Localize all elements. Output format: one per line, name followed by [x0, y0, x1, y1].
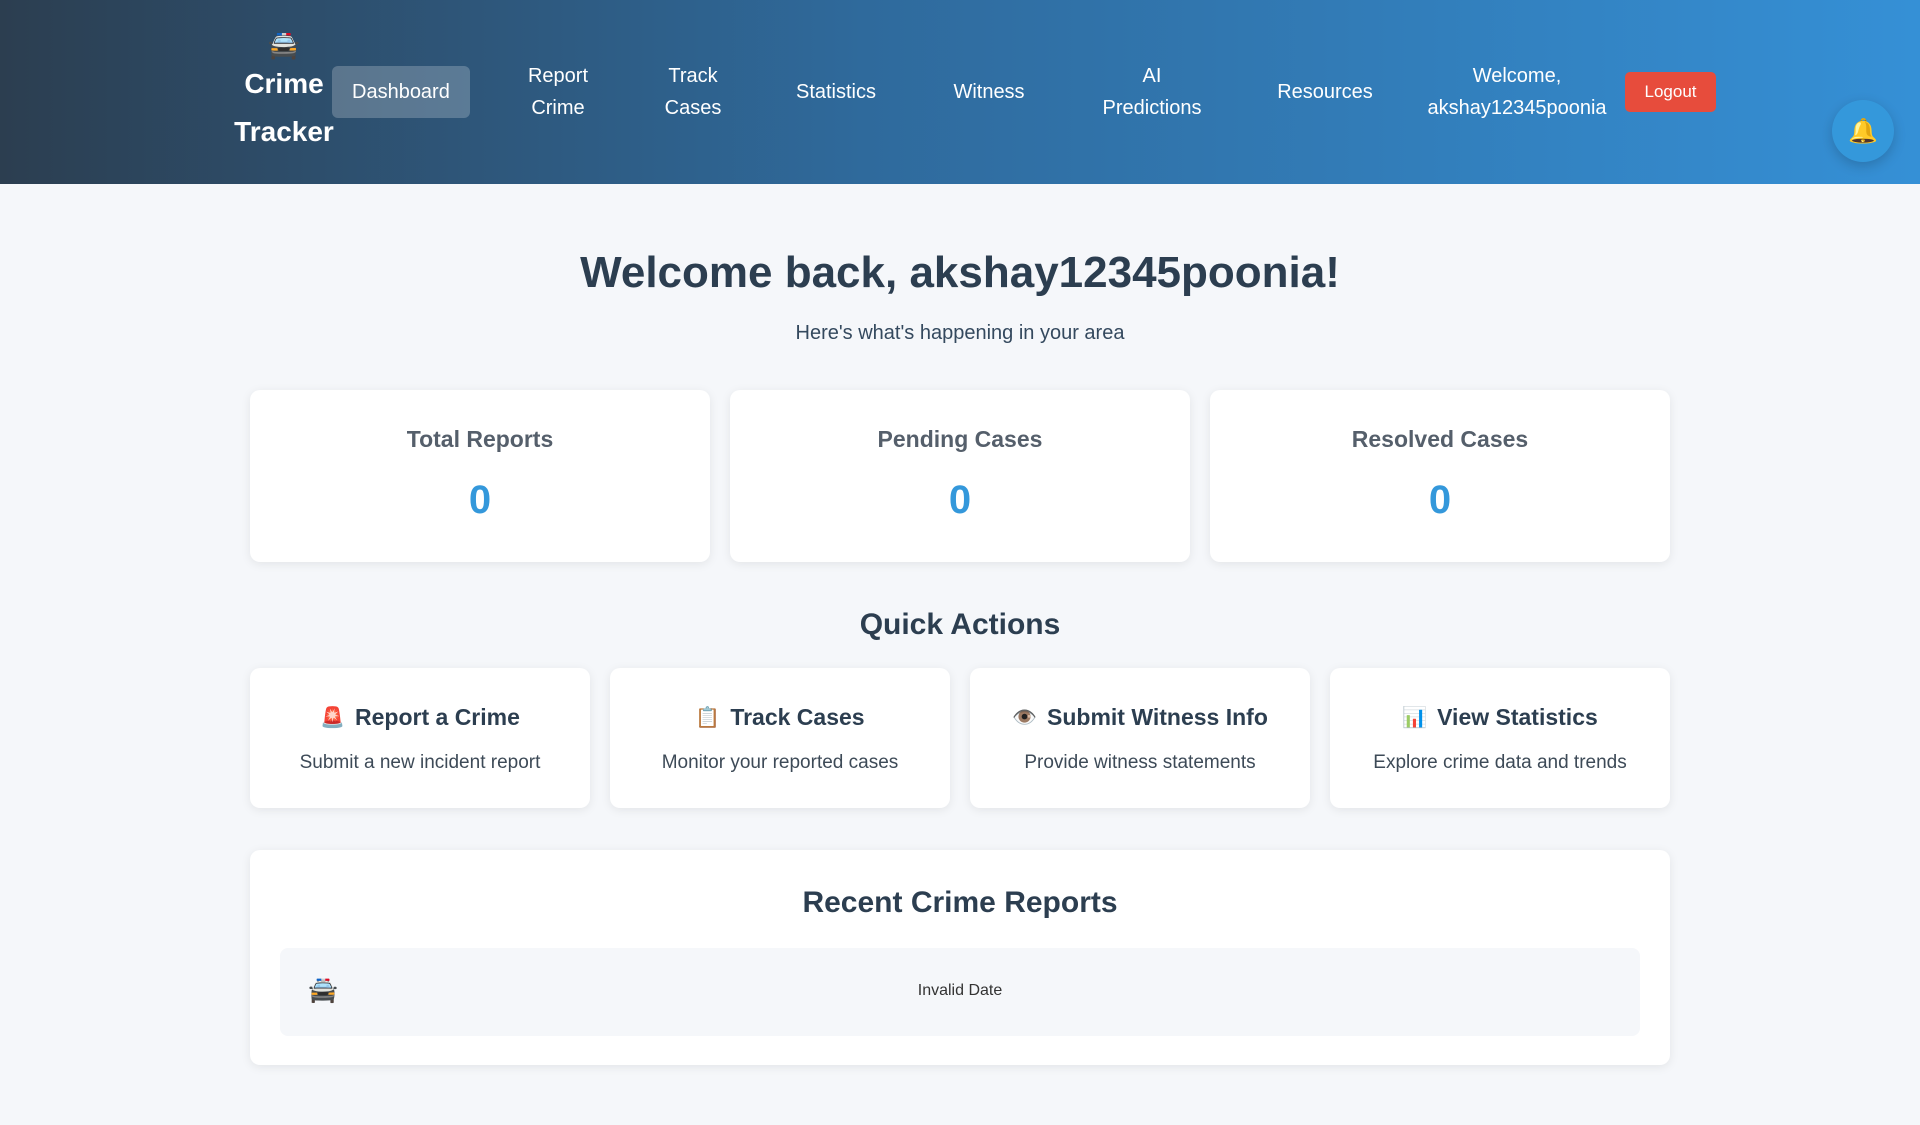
nav-ai-predictions-label-1: AI	[1142, 65, 1162, 87]
recent-reports-heading: Recent Crime Reports	[802, 886, 1118, 919]
action-description: Submit a new incident report	[299, 752, 541, 773]
nav-track-cases-label-2: Cases	[664, 97, 722, 119]
action-title: View Statistics	[1437, 704, 1598, 730]
nav-witness[interactable]: Witness	[944, 76, 1034, 108]
report-date: Invalid Date	[917, 982, 1003, 999]
nav-report-crime-label-2: Crime	[531, 97, 585, 119]
action-description: Provide witness statements	[1024, 752, 1256, 773]
nav-witness-label: Witness	[953, 81, 1025, 103]
brand-logo[interactable]: 🚔 Crime Tracker	[224, 30, 344, 156]
nav-statistics-label: Statistics	[795, 81, 877, 103]
stat-card-resolved-cases: Resolved Cases 0	[1210, 390, 1670, 562]
action-title-row: 📋 Track Cases	[610, 704, 950, 731]
recent-reports-panel: Recent Crime Reports 🚔 Invalid Date	[250, 850, 1670, 1065]
action-view-statistics[interactable]: 📊 View Statistics Explore crime data and…	[1330, 668, 1670, 808]
logout-button[interactable]: Logout	[1625, 72, 1716, 112]
notifications-button[interactable]: 🔔	[1832, 100, 1894, 162]
nav-dashboard[interactable]: Dashboard	[332, 66, 470, 118]
welcome-user-text: Welcome, akshay12345poonia	[1422, 60, 1612, 124]
action-title-row: 🚨 Report a Crime	[250, 704, 590, 731]
stat-value: 0	[948, 478, 972, 522]
brand-name-line1: Crime	[244, 68, 324, 99]
brand-name-line2: Tracker	[234, 116, 334, 147]
stat-label: Resolved Cases	[1351, 426, 1529, 452]
nav-statistics[interactable]: Statistics	[790, 76, 882, 108]
stat-value: 0	[468, 478, 492, 522]
action-submit-witness[interactable]: 👁️ Submit Witness Info Provide witness s…	[970, 668, 1310, 808]
welcome-label: Welcome,	[1472, 65, 1562, 87]
nav-track-cases[interactable]: Track Cases	[656, 60, 730, 124]
quick-actions-heading: Quick Actions	[859, 608, 1061, 641]
action-report-crime[interactable]: 🚨 Report a Crime Submit a new incident r…	[250, 668, 590, 808]
nav-resources[interactable]: Resources	[1274, 76, 1376, 108]
list-item[interactable]: 🚔 Invalid Date	[280, 948, 1640, 1036]
bell-icon: 🔔	[1848, 117, 1878, 145]
nav-resources-label: Resources	[1277, 81, 1373, 103]
nav-ai-predictions-label-2: Predictions	[1102, 97, 1202, 119]
stat-label: Total Reports	[406, 426, 554, 452]
action-description: Explore crime data and trends	[1373, 752, 1627, 773]
action-title: Track Cases	[730, 704, 865, 730]
action-description: Monitor your reported cases	[661, 752, 899, 773]
action-title-row: 👁️ Submit Witness Info	[970, 704, 1310, 731]
page-subtitle: Here's what's happening in your area	[795, 322, 1125, 344]
page-title: Welcome back, akshay12345poonia!	[580, 248, 1340, 297]
top-navbar: 🚔 Crime Tracker Dashboard Report Crime T…	[0, 0, 1920, 184]
action-track-cases[interactable]: 📋 Track Cases Monitor your reported case…	[610, 668, 950, 808]
nav-dashboard-label: Dashboard	[352, 81, 450, 103]
siren-icon: 🚨	[320, 707, 346, 729]
nav-report-crime-label-1: Report	[527, 65, 589, 87]
stat-card-total-reports: Total Reports 0	[250, 390, 710, 562]
nav-ai-predictions[interactable]: AI Predictions	[1096, 60, 1208, 124]
nav-track-cases-label-1: Track	[668, 65, 718, 87]
police-car-icon: 🚔	[267, 30, 301, 60]
stat-label: Pending Cases	[877, 426, 1043, 452]
stat-value: 0	[1428, 478, 1452, 522]
clipboard-icon: 📋	[695, 707, 721, 729]
action-title: Submit Witness Info	[1047, 704, 1268, 730]
action-title-row: 📊 View Statistics	[1330, 704, 1670, 731]
nav-report-crime[interactable]: Report Crime	[520, 60, 596, 124]
eye-icon: 👁️	[1012, 707, 1038, 729]
username-label: akshay12345poonia	[1427, 97, 1607, 119]
action-title: Report a Crime	[355, 704, 520, 730]
bar-chart-icon: 📊	[1402, 707, 1428, 729]
stat-card-pending-cases: Pending Cases 0	[730, 390, 1190, 562]
